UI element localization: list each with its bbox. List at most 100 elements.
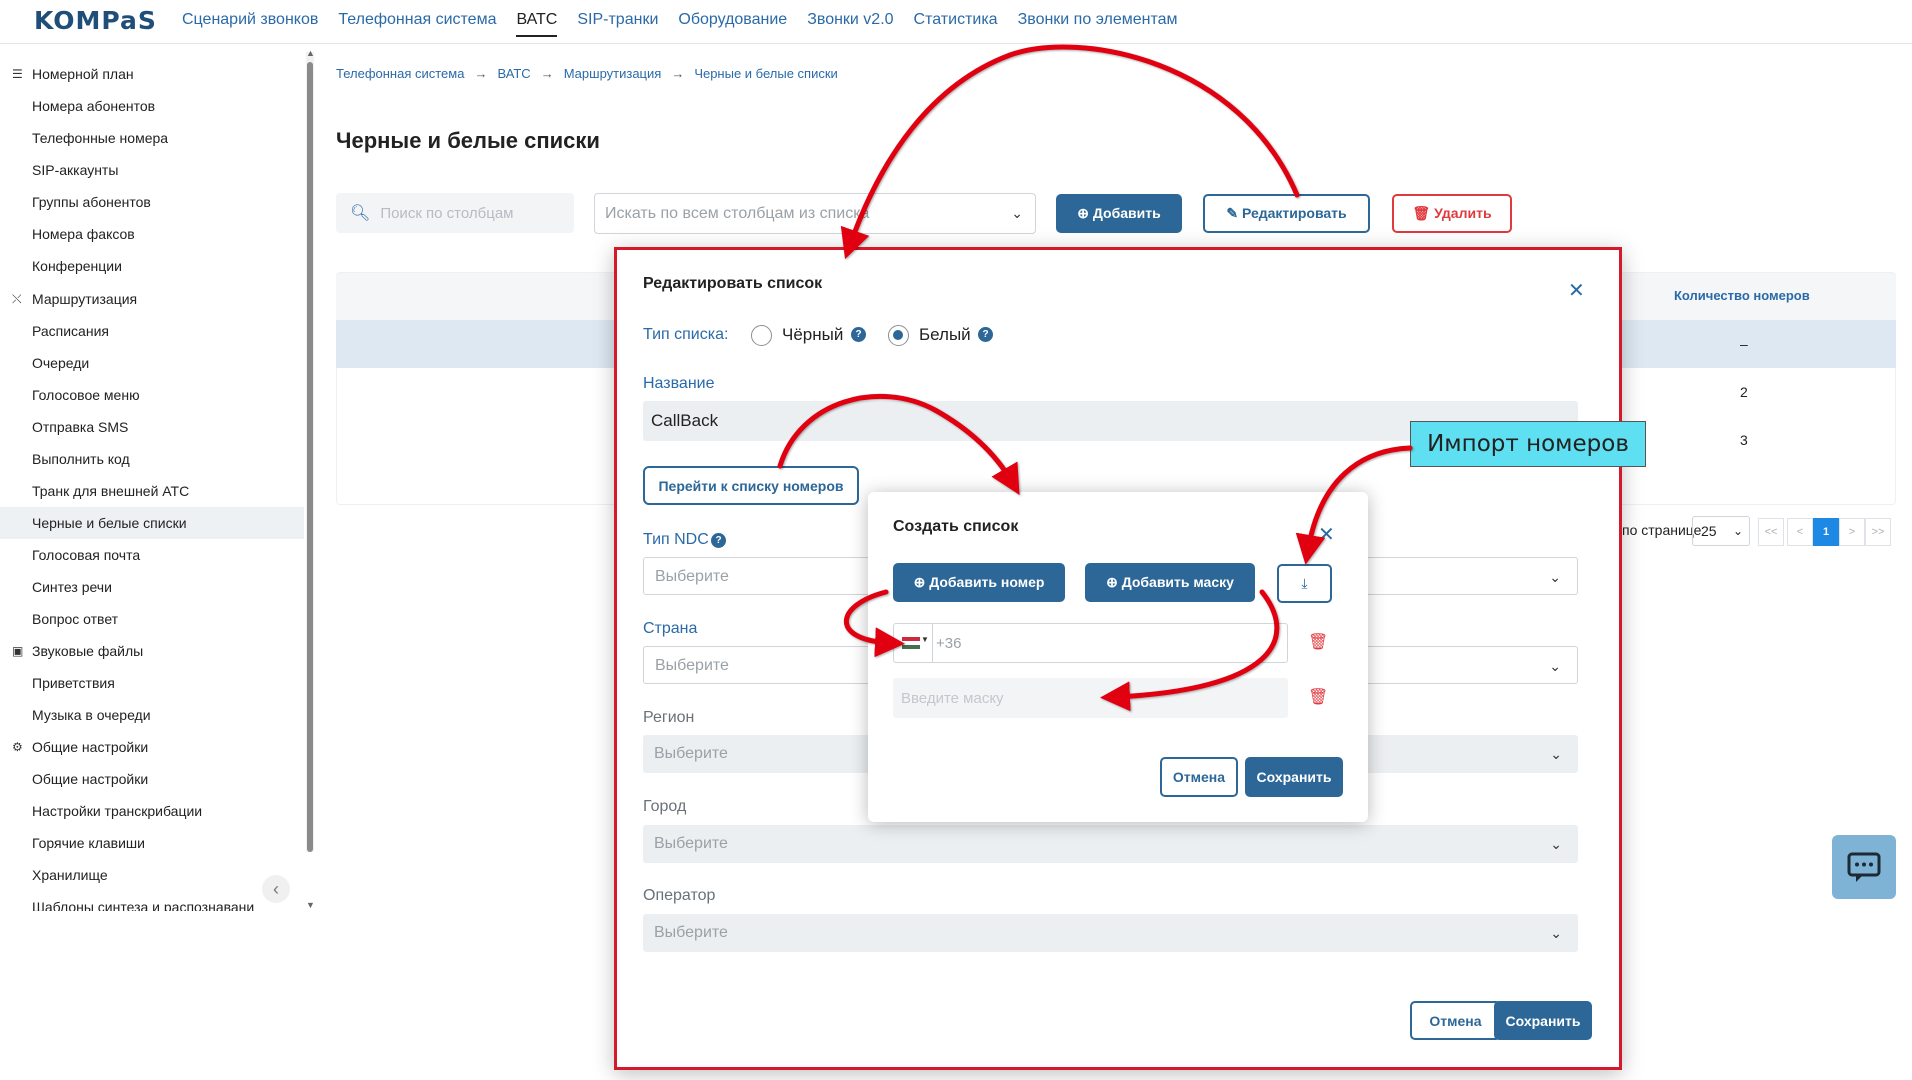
scrollbar-thumb[interactable]	[307, 62, 313, 852]
chat-button[interactable]	[1832, 835, 1896, 899]
sidebar-item-transcription-settings[interactable]: Настройки транскрибации	[0, 795, 304, 827]
sidebar-item-voicemail[interactable]: Голосовая почта	[0, 539, 304, 571]
add-number-button[interactable]: ⊕ Добавить номер	[893, 563, 1065, 602]
sidebar-item-send-sms[interactable]: Отправка SMS	[0, 411, 304, 443]
sidebar-item-conferences[interactable]: Конференции	[0, 250, 304, 282]
edit-cancel-button[interactable]: Отмена	[1410, 1001, 1501, 1040]
breadcrumb-lists[interactable]: Черные и белые списки	[694, 66, 837, 81]
chevron-down-icon: ⌄	[1550, 925, 1562, 941]
nav-sip-trunks[interactable]: SIP-транки	[577, 11, 658, 37]
create-cancel-button[interactable]: Отмена	[1160, 757, 1238, 797]
kompas-logo[interactable]: KOMPaS	[34, 6, 157, 35]
phone-number-field[interactable]: ▼	[893, 623, 1288, 663]
mask-input[interactable]	[893, 678, 1288, 718]
scroll-down-arrow-icon[interactable]: ▼	[306, 900, 315, 910]
delete-number-icon[interactable]: 🗑︎	[1308, 632, 1328, 651]
sidebar-scrollbar[interactable]	[306, 52, 314, 852]
breadcrumb-vats[interactable]: ВАТС	[497, 66, 530, 81]
sidebar-item-queue-music[interactable]: Музыка в очереди	[0, 699, 304, 731]
phone-number-input[interactable]	[934, 624, 1284, 662]
close-icon[interactable]: ✕	[1568, 278, 1585, 303]
first-page-button[interactable]: <<	[1758, 518, 1784, 546]
sidebar-item-storage[interactable]: Хранилище	[0, 859, 304, 891]
sidebar-item-label: Группы абонентов	[32, 194, 151, 210]
table-cell-count: 3	[1740, 432, 1748, 448]
sidebar-item-schedules[interactable]: Расписания	[0, 315, 304, 347]
sidebar-group-number-plan[interactable]: ☰ Номерной план	[0, 58, 304, 90]
breadcrumb-routing[interactable]: Маршрутизация	[564, 66, 662, 81]
audio-files-icon: ▣	[12, 644, 24, 658]
delete-button[interactable]: 🗑︎ Удалить	[1392, 194, 1512, 233]
sidebar-item-label: Горячие клавиши	[32, 835, 145, 851]
name-label: Название	[643, 375, 715, 392]
routing-icon: ⤬	[12, 291, 22, 306]
nav-calls-v2[interactable]: Звонки v2.0	[807, 11, 893, 37]
last-page-button[interactable]: >>	[1865, 518, 1891, 546]
sidebar-group-label: Номерной план	[32, 66, 134, 82]
sidebar-group-sound-files[interactable]: ▣ Звуковые файлы	[0, 635, 304, 667]
sidebar-item-label: Общие настройки	[32, 771, 149, 787]
close-icon[interactable]: ✕	[1318, 522, 1335, 547]
hungary-flag-icon[interactable]	[902, 637, 920, 649]
sidebar-group-routing[interactable]: ⤬ Маршрутизация	[0, 283, 304, 315]
delete-mask-icon[interactable]: 🗑︎	[1308, 687, 1328, 706]
help-icon[interactable]: ?	[978, 327, 993, 342]
nav-equipment[interactable]: Оборудование	[678, 11, 787, 37]
sidebar-item-external-trunk[interactable]: Транк для внешней АТС	[0, 475, 304, 507]
breadcrumb-phone-system[interactable]: Телефонная система	[336, 66, 464, 81]
sidebar-item-voice-menu[interactable]: Голосовое меню	[0, 379, 304, 411]
add-number-label: Добавить номер	[929, 574, 1045, 590]
chevron-down-icon: ⌄	[1549, 658, 1561, 674]
nav-calls-by-element[interactable]: Звонки по элементам	[1018, 11, 1178, 37]
help-icon[interactable]: ?	[711, 533, 726, 548]
sidebar-group-general-settings[interactable]: ⚙ Общие настройки	[0, 731, 304, 763]
sidebar-item-greetings[interactable]: Приветствия	[0, 667, 304, 699]
sidebar-group-label: Маршрутизация	[32, 291, 138, 307]
sidebar-item-label: Вопрос ответ	[32, 611, 119, 627]
create-save-button[interactable]: Сохранить	[1245, 757, 1343, 797]
sidebar-item-hotkeys[interactable]: Горячие клавиши	[0, 827, 304, 859]
per-page-value: 25	[1701, 523, 1717, 539]
select-placeholder: Выберите	[655, 657, 729, 674]
chevron-down-icon: ⌄	[1732, 524, 1743, 538]
sidebar-item-question-answer[interactable]: Вопрос ответ	[0, 603, 304, 635]
nav-statistics[interactable]: Статистика	[914, 11, 998, 37]
per-page-select[interactable]: 25 ⌄	[1692, 516, 1750, 546]
search-scope-select[interactable]: Искать по всем столбцам из списка ⌄	[594, 193, 1036, 234]
sidebar-item-general-settings[interactable]: Общие настройки	[0, 763, 304, 795]
prev-page-button[interactable]: <	[1787, 518, 1813, 546]
sidebar-item-subscriber-groups[interactable]: Группы абонентов	[0, 186, 304, 218]
city-select[interactable]: Выберите ⌄	[643, 825, 1578, 863]
sidebar-item-sip-accounts[interactable]: SIP-аккаунты	[0, 154, 304, 186]
sidebar-item-black-white-lists[interactable]: Черные и белые списки	[0, 507, 304, 539]
collapse-sidebar-button[interactable]: ‹	[262, 875, 290, 903]
add-mask-button[interactable]: ⊕ Добавить маску	[1085, 563, 1255, 602]
operator-select[interactable]: Выберите ⌄	[643, 914, 1578, 952]
page-button-current[interactable]: 1	[1813, 518, 1839, 546]
sidebar-item-subscriber-numbers[interactable]: Номера абонентов	[0, 90, 304, 122]
edit-button[interactable]: ✎ Редактировать	[1203, 194, 1370, 233]
sidebar-item-fax-numbers[interactable]: Номера факсов	[0, 218, 304, 250]
sidebar-item-phone-numbers[interactable]: Телефонные номера	[0, 122, 304, 154]
nav-vats[interactable]: ВАТС	[516, 11, 558, 37]
sidebar-item-synthesis-templates[interactable]: Шаблоны синтеза и распознавани	[0, 891, 304, 911]
nav-phone-system[interactable]: Телефонная система	[338, 11, 496, 37]
delete-button-label: Удалить	[1434, 205, 1492, 221]
sidebar-item-queues[interactable]: Очереди	[0, 347, 304, 379]
column-search-input[interactable]: 🔍︎ Поиск по столбцам	[336, 193, 574, 233]
chevron-down-icon: ⌄	[1549, 569, 1561, 585]
sidebar-item-speech-synthesis[interactable]: Синтез речи	[0, 571, 304, 603]
import-numbers-button[interactable]: ⤓	[1277, 564, 1332, 603]
help-icon[interactable]: ?	[851, 327, 866, 342]
column-header-count[interactable]: Количество номеров	[1674, 288, 1810, 303]
operator-label: Оператор	[643, 887, 716, 904]
edit-save-button[interactable]: Сохранить	[1494, 1001, 1592, 1040]
add-button[interactable]: ⊕ Добавить	[1056, 194, 1182, 233]
next-page-button[interactable]: >	[1839, 518, 1865, 546]
scroll-up-arrow-icon[interactable]: ▲	[306, 48, 315, 58]
radio-white[interactable]	[888, 325, 909, 346]
goto-number-list-button[interactable]: Перейти к списку номеров	[643, 466, 859, 505]
sidebar-item-run-code[interactable]: Выполнить код	[0, 443, 304, 475]
radio-black[interactable]	[751, 325, 772, 346]
nav-call-scenario[interactable]: Сценарий звонков	[182, 11, 318, 37]
